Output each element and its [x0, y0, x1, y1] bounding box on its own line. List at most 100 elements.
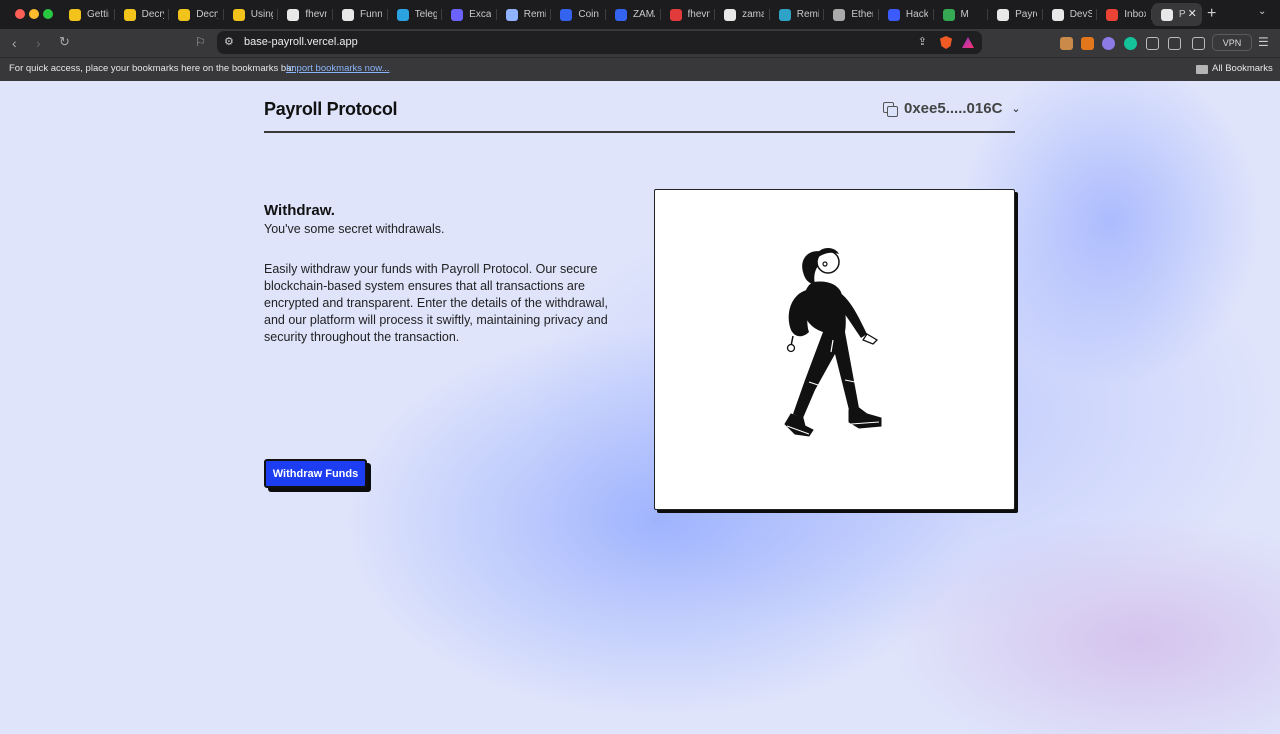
tab-favicon-icon — [1106, 8, 1119, 21]
tab-strip: Getting Decrypt Decrypt Using fhevm Funny Tele… — [60, 3, 1202, 26]
tab-favicon-icon — [505, 8, 518, 21]
browser-tab[interactable]: Hack — [879, 3, 934, 26]
tab-label: ZAMA — [632, 9, 655, 20]
wallet-icon[interactable] — [1192, 37, 1205, 50]
extensions-icon[interactable] — [1146, 37, 1159, 50]
close-tab-icon[interactable]: ✕ — [1188, 7, 1197, 20]
folder-icon — [1196, 65, 1208, 74]
browser-tab-bar: Getting Decrypt Decrypt Using fhevm Funny Tele… — [0, 0, 1280, 29]
extension-icon[interactable] — [1060, 37, 1073, 50]
tab-favicon-icon — [1160, 8, 1173, 21]
tab-favicon-icon — [778, 8, 791, 21]
browser-tab[interactable]: ZAMA — [606, 3, 661, 26]
maximize-window-button[interactable] — [43, 9, 53, 19]
header-divider — [264, 131, 1015, 133]
tab-favicon-icon — [69, 8, 81, 21]
wallet-dropdown[interactable]: 0xee5.....016C ⌄ — [883, 100, 1021, 117]
browser-tab[interactable]: DevS — [1043, 3, 1098, 26]
all-bookmarks-button[interactable]: All Bookmarks — [1212, 63, 1273, 74]
tab-label: Inbox — [1124, 9, 1147, 20]
tab-favicon-icon — [614, 8, 627, 21]
illustration-card — [654, 189, 1015, 510]
browser-tab[interactable]: fhevm — [661, 3, 716, 26]
browser-tab[interactable]: Decrypt — [169, 3, 224, 26]
tab-favicon-icon — [178, 8, 191, 21]
grammarly-icon[interactable] — [1124, 37, 1137, 50]
tab-favicon-icon — [724, 8, 737, 21]
browser-tab[interactable]: Telegram — [388, 3, 443, 26]
tab-favicon-icon — [833, 8, 846, 21]
tab-favicon-icon — [1051, 8, 1064, 21]
walking-person-illustration — [784, 248, 882, 437]
bookmarks-hint: For quick access, place your bookmarks h… — [9, 63, 297, 74]
tab-label: Remix — [523, 9, 546, 20]
tab-label: Decrypt — [141, 9, 164, 20]
tab-label: zama — [742, 9, 765, 20]
page-content: Payroll Protocol 0xee5.....016C ⌄ Withdr… — [0, 81, 1280, 734]
browser-tab[interactable]: fhevm — [278, 3, 333, 26]
browser-tab[interactable]: Coin — [551, 3, 606, 26]
browser-tab[interactable]: zama — [715, 3, 770, 26]
browser-tab[interactable]: Remix — [497, 3, 552, 26]
browser-tab[interactable]: Using — [224, 3, 279, 26]
tab-label: DevS — [1069, 9, 1092, 20]
address-bar[interactable]: ⚙ base-payroll.vercel.app ⇪ — [217, 31, 982, 54]
metamask-icon[interactable] — [1081, 37, 1094, 50]
page-subtitle: You've some secret withdrawals. — [264, 222, 445, 236]
tab-label: Funny — [359, 9, 382, 20]
share-icon[interactable]: ⇪ — [918, 35, 927, 48]
tab-label: Getting — [87, 9, 109, 20]
brave-shields-icon[interactable] — [940, 36, 952, 49]
tab-label: Decrypt — [196, 9, 218, 20]
tab-search-icon[interactable]: ⌄ — [1258, 6, 1266, 17]
vpn-button[interactable]: VPN — [1212, 34, 1252, 51]
browser-tab[interactable]: Getting — [60, 3, 115, 26]
tab-label: Excalidraw — [469, 9, 492, 20]
tab-favicon-icon — [123, 8, 136, 21]
extension-icon[interactable] — [1102, 37, 1115, 50]
browser-tab[interactable]: Excalidraw — [442, 3, 497, 26]
browser-tab[interactable]: Funny — [333, 3, 388, 26]
page-description: Easily withdraw your funds with Payroll … — [264, 262, 608, 344]
site-settings-icon[interactable]: ⚙ — [224, 35, 234, 48]
forward-icon[interactable]: › — [36, 35, 41, 51]
browser-tab[interactable]: Payroll — [988, 3, 1043, 26]
import-bookmarks-link[interactable]: Import bookmarks now... — [286, 63, 389, 74]
withdraw-funds-button[interactable]: Withdraw Funds — [264, 459, 367, 488]
tab-favicon-icon — [942, 8, 955, 21]
tab-favicon-icon — [560, 8, 573, 21]
url-text[interactable]: base-payroll.vercel.app — [244, 36, 358, 48]
chevron-down-icon[interactable]: ⌄ — [1011, 102, 1020, 115]
tab-label: fhevm — [305, 9, 327, 20]
wallet-address[interactable]: 0xee5.....016C — [904, 100, 1002, 117]
tab-label: Telegram — [414, 9, 437, 20]
browser-tab[interactable]: M — [934, 3, 989, 26]
browser-toolbar: ‹ › ↻ ⚐ ⚙ base-payroll.vercel.app ⇪ VPN … — [0, 29, 1280, 57]
close-window-button[interactable] — [15, 9, 25, 19]
minimize-window-button[interactable] — [29, 9, 39, 19]
browser-tab[interactable]: Ether — [824, 3, 879, 26]
tab-favicon-icon — [287, 8, 300, 21]
tab-label: Ether — [851, 9, 874, 20]
back-icon[interactable]: ‹ — [12, 35, 17, 51]
tab-label: Hack — [905, 9, 928, 20]
tab-favicon-icon — [887, 8, 900, 21]
browser-tab[interactable]: Remix — [770, 3, 825, 26]
new-tab-button[interactable]: + — [1207, 5, 1216, 23]
browser-tab[interactable]: Inbox — [1097, 3, 1152, 26]
tab-favicon-icon — [396, 8, 409, 21]
page-title: Withdraw. — [264, 202, 335, 219]
tab-favicon-icon — [232, 8, 245, 21]
menu-icon[interactable]: ☰ — [1258, 35, 1269, 49]
bookmark-icon[interactable]: ⚐ — [195, 35, 206, 49]
sidebar-icon[interactable] — [1168, 37, 1181, 50]
bookmarks-bar: For quick access, place your bookmarks h… — [0, 57, 1280, 81]
browser-tab-active[interactable]: P ✕ — [1151, 3, 1202, 26]
reload-icon[interactable]: ↻ — [59, 34, 70, 50]
tab-label: fhevm — [687, 9, 710, 20]
browser-tab[interactable]: Decrypt — [115, 3, 170, 26]
brand-title[interactable]: Payroll Protocol — [264, 99, 398, 120]
brave-rewards-icon[interactable] — [962, 37, 974, 48]
tab-label: Remix — [796, 9, 819, 20]
copy-icon[interactable] — [883, 101, 898, 117]
